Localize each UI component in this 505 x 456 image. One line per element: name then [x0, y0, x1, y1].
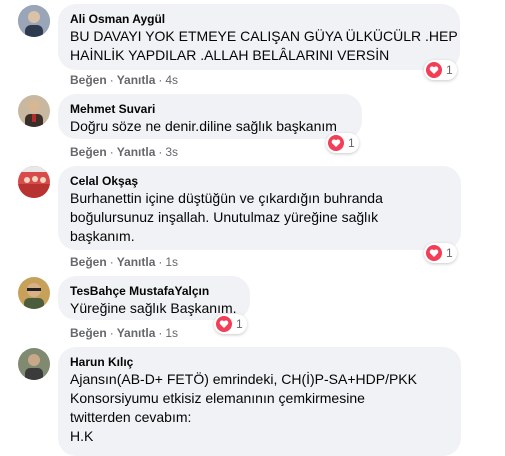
avatar[interactable] [18, 166, 50, 198]
comment-bubble: Harun Kılıç Ajansın(AB-D+ FETÖ) emrindek… [58, 347, 461, 456]
reaction-count: 1 [236, 317, 243, 331]
reaction-badge[interactable]: 1 [326, 133, 359, 153]
comment-time[interactable]: 3s [165, 145, 178, 159]
comment-text: Burhanettin içine düştüğün ve çıkardığın… [70, 190, 383, 244]
comment-actions: Beğen · Yanıtla · 1s [70, 255, 179, 269]
comment-author[interactable]: Ali Osman Aygül [70, 11, 448, 27]
comment-time[interactable]: 4s [165, 73, 178, 87]
like-button[interactable]: Beğen [70, 326, 107, 340]
comment-author[interactable]: TesBahçe MustafaYalçın [70, 283, 238, 299]
reply-button[interactable]: Yanıtla [117, 145, 156, 159]
reaction-count: 1 [446, 246, 453, 260]
comment-author[interactable]: Harun Kılıç [70, 354, 449, 370]
like-button[interactable]: Beğen [70, 73, 107, 87]
comment-actions: Beğen · Yanıtla · 4s [70, 73, 179, 87]
comment-text: BU DAVAYI YOK ETMEYE CALIŞAN GÜYA ÜLKÜCÜ… [70, 28, 458, 63]
avatar[interactable] [18, 5, 50, 37]
comment-bubble: Mehmet Suvari Doğru söze ne denir.diline… [58, 94, 362, 139]
avatar[interactable] [18, 95, 50, 127]
reaction-badge[interactable]: 1 [424, 60, 457, 80]
reaction-count: 1 [446, 63, 453, 77]
like-button[interactable]: Beğen [70, 255, 107, 269]
comment-bubble: Celal Okşaş Burhanettin içine düştüğün v… [58, 166, 461, 250]
comment-text: Yüreğine sağlık Başkanım. [70, 300, 237, 316]
heart-icon [328, 135, 344, 151]
reply-button[interactable]: Yanıtla [117, 73, 156, 87]
comment-actions: Beğen · Yanıtla · 3s [70, 145, 179, 159]
reply-button[interactable]: Yanıtla [117, 255, 156, 269]
reaction-badge[interactable]: 1 [424, 243, 457, 263]
heart-icon [216, 316, 232, 332]
avatar[interactable] [18, 277, 50, 309]
reaction-count: 1 [348, 136, 355, 150]
comment-author[interactable]: Mehmet Suvari [70, 101, 350, 117]
comment-text: Ajansın(AB-D+ FETÖ) emrindeki, CH(İ)P-SA… [70, 371, 417, 444]
comment-time[interactable]: 1s [165, 326, 178, 340]
comment-time[interactable]: 1s [165, 255, 178, 269]
heart-icon [426, 62, 442, 78]
avatar[interactable] [18, 348, 50, 380]
comment-text: Doğru söze ne denir.diline sağlık başkan… [70, 118, 337, 134]
comment-actions: Beğen · Yanıtla · 1s [70, 326, 179, 340]
reply-button[interactable]: Yanıtla [117, 326, 156, 340]
comment-author[interactable]: Celal Okşaş [70, 173, 449, 189]
reaction-badge[interactable]: 1 [214, 314, 247, 334]
heart-icon [426, 245, 442, 261]
like-button[interactable]: Beğen [70, 145, 107, 159]
comment-bubble: Ali Osman Aygül BU DAVAYI YOK ETMEYE CAL… [58, 4, 460, 70]
